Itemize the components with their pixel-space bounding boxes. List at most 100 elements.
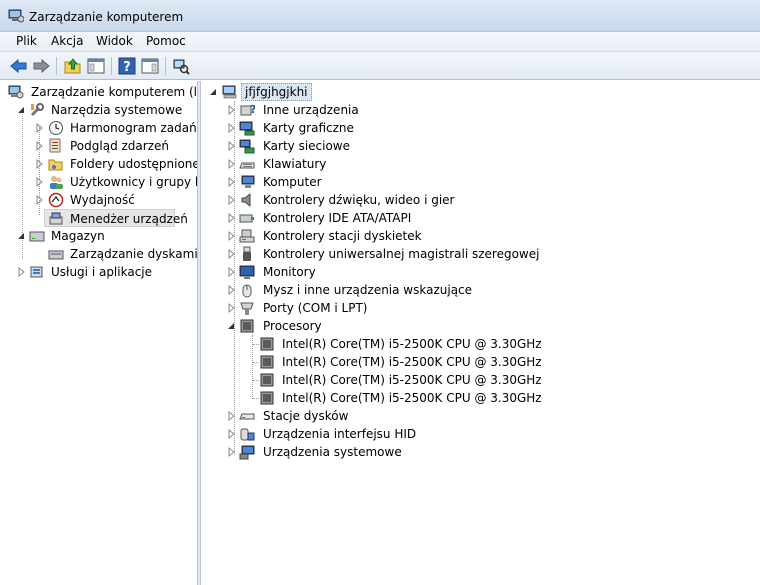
scan-hardware-icon[interactable] xyxy=(171,56,191,76)
collapsed-arrow-icon[interactable] xyxy=(227,212,237,224)
toolbar-separator xyxy=(56,57,57,75)
tree-node-shared-folders[interactable]: Foldery udostępnione xyxy=(4,155,197,173)
device-category-computer[interactable]: Komputer xyxy=(227,173,627,191)
processor-item[interactable]: Intel(R) Core(TM) i5-2500K CPU @ 3.30GHz xyxy=(259,353,559,371)
collapsed-arrow-icon[interactable] xyxy=(227,428,237,440)
device-category-ide[interactable]: Kontrolery IDE ATA/ATAPI xyxy=(227,209,627,227)
collapsed-arrow-icon[interactable] xyxy=(35,194,45,206)
hid-icon xyxy=(240,428,255,441)
processor-item[interactable]: Intel(R) Core(TM) i5-2500K CPU @ 3.30GHz xyxy=(259,335,559,353)
collapsed-arrow-icon[interactable] xyxy=(35,122,45,134)
computer-icon xyxy=(222,85,237,99)
expanded-arrow-icon[interactable] xyxy=(17,104,27,116)
tree-node-computer-management[interactable]: Zarządzanie komputerem (lokalny) xyxy=(4,83,197,101)
menu-action[interactable]: Akcja xyxy=(51,34,83,48)
collapsed-arrow-icon[interactable] xyxy=(227,410,237,422)
device-category-ports[interactable]: Porty (COM i LPT) xyxy=(227,299,627,317)
disk-management-icon xyxy=(48,250,64,260)
collapsed-arrow-icon[interactable] xyxy=(35,176,45,188)
tree-node-task-scheduler[interactable]: Harmonogram zadań xyxy=(4,119,197,137)
collapsed-arrow-icon[interactable] xyxy=(227,158,237,170)
tree-node-disk-management[interactable]: Zarządzanie dyskami xyxy=(4,245,197,263)
device-category-display[interactable]: Karty graficzne xyxy=(227,119,627,137)
collapsed-arrow-icon[interactable] xyxy=(227,122,237,134)
toolbar: ? xyxy=(0,52,760,80)
action-pane-icon[interactable] xyxy=(140,56,160,76)
device-category-label: Kontrolery uniwersalnej magistrali szere… xyxy=(263,247,540,261)
device-category-monitors[interactable]: Monitory xyxy=(227,263,627,281)
toolbar-separator xyxy=(111,57,112,75)
up-folder-icon[interactable] xyxy=(63,56,83,76)
device-category-label: Karty sieciowe xyxy=(263,139,351,153)
device-category-mice[interactable]: Mysz i inne urządzenia wskazujące xyxy=(227,281,627,299)
collapsed-arrow-icon[interactable] xyxy=(35,158,45,170)
tree-label: Usługi i aplikacje xyxy=(51,265,153,279)
collapsed-arrow-icon[interactable] xyxy=(227,446,237,458)
collapsed-arrow-icon[interactable] xyxy=(227,104,237,116)
tree-label: Menedżer urządzeń xyxy=(70,212,188,226)
device-category-label: Kontrolery stacji dyskietek xyxy=(263,229,422,243)
collapsed-arrow-icon[interactable] xyxy=(17,266,27,278)
collapsed-arrow-icon[interactable] xyxy=(227,140,237,152)
device-tree-root[interactable]: jfjfgjhgjkhi xyxy=(207,83,407,101)
device-category-label: Mysz i inne urządzenia wskazujące xyxy=(263,283,473,297)
collapsed-arrow-icon[interactable] xyxy=(227,230,237,242)
menu-view[interactable]: Widok xyxy=(96,34,133,48)
show-hide-tree-icon[interactable] xyxy=(86,56,106,76)
tree-node-system-tools[interactable]: Narzędzia systemowe xyxy=(4,101,197,119)
svg-text:?: ? xyxy=(250,103,255,116)
collapsed-arrow-icon[interactable] xyxy=(35,140,45,152)
device-category-disk-drives[interactable]: Stacje dysków xyxy=(227,407,627,425)
device-category-usb[interactable]: Kontrolery uniwersalnej magistrali szere… xyxy=(227,245,627,263)
users-icon xyxy=(50,176,63,189)
device-category-processors[interactable]: Procesory xyxy=(227,317,627,335)
device-category-hid[interactable]: Urządzenia interfejsu HID xyxy=(227,425,627,443)
tree-node-device-manager[interactable]: Menedżer urządzeń xyxy=(44,209,188,227)
menu-file[interactable]: Plik xyxy=(16,34,37,48)
tree-node-storage[interactable]: Magazyn xyxy=(4,227,197,245)
tree-node-performance[interactable]: Wydajność xyxy=(4,191,197,209)
port-icon xyxy=(240,302,254,315)
help-icon[interactable]: ? xyxy=(117,56,137,76)
event-viewer-icon xyxy=(49,138,61,153)
services-icon xyxy=(30,266,43,278)
clock-icon xyxy=(49,121,63,135)
processor-label: Intel(R) Core(TM) i5-2500K CPU @ 3.30GHz xyxy=(282,391,542,405)
keyboard-icon xyxy=(239,162,255,169)
tree-node-services-apps[interactable]: Usługi i aplikacje xyxy=(4,263,197,281)
processor-item[interactable]: Intel(R) Core(TM) i5-2500K CPU @ 3.30GHz xyxy=(259,371,559,389)
shared-folder-icon xyxy=(48,159,63,171)
processor-item[interactable]: Intel(R) Core(TM) i5-2500K CPU @ 3.30GHz xyxy=(259,389,559,407)
expanded-arrow-icon[interactable] xyxy=(209,86,219,98)
collapsed-arrow-icon[interactable] xyxy=(227,176,237,188)
collapsed-arrow-icon[interactable] xyxy=(227,302,237,314)
back-arrow-icon[interactable] xyxy=(9,56,29,76)
tree-node-event-viewer[interactable]: Podgląd zdarzeń xyxy=(4,137,197,155)
device-category-other[interactable]: ? Inne urządzenia xyxy=(227,101,627,119)
menu-help[interactable]: Pomoc xyxy=(146,34,186,48)
floppy-controller-icon xyxy=(239,229,255,243)
device-category-network[interactable]: Karty sieciowe xyxy=(227,137,627,155)
collapsed-arrow-icon[interactable] xyxy=(227,284,237,296)
processor-icon xyxy=(260,373,274,387)
device-category-keyboards[interactable]: Klawiatury xyxy=(227,155,627,173)
processor-icon xyxy=(260,337,274,351)
performance-icon xyxy=(48,192,64,208)
tree-label: Podgląd zdarzeń xyxy=(70,139,169,153)
computer-name: jfjfgjhgjkhi xyxy=(241,83,312,101)
expanded-arrow-icon[interactable] xyxy=(17,230,27,242)
device-category-sound[interactable]: Kontrolery dźwięku, wideo i gier xyxy=(227,191,627,209)
collapsed-arrow-icon[interactable] xyxy=(227,194,237,206)
expanded-arrow-icon[interactable] xyxy=(227,320,237,332)
collapsed-arrow-icon[interactable] xyxy=(227,248,237,260)
device-category-label: Klawiatury xyxy=(263,157,327,171)
forward-arrow-icon[interactable] xyxy=(31,56,51,76)
window-title: Zarządzanie komputerem xyxy=(29,10,184,24)
tree-node-users-groups[interactable]: Użytkownicy i grupy lokalne xyxy=(4,173,197,191)
device-category-floppy[interactable]: Kontrolery stacji dyskietek xyxy=(227,227,627,245)
collapsed-arrow-icon[interactable] xyxy=(227,266,237,278)
device-category-label: Kontrolery IDE ATA/ATAPI xyxy=(263,211,412,225)
device-category-system[interactable]: Urządzenia systemowe xyxy=(227,443,627,461)
navigation-tree: Zarządzanie komputerem (lokalny) Narzędz… xyxy=(0,81,197,585)
tree-label: Zarządzanie komputerem (lokalny) xyxy=(31,85,197,99)
